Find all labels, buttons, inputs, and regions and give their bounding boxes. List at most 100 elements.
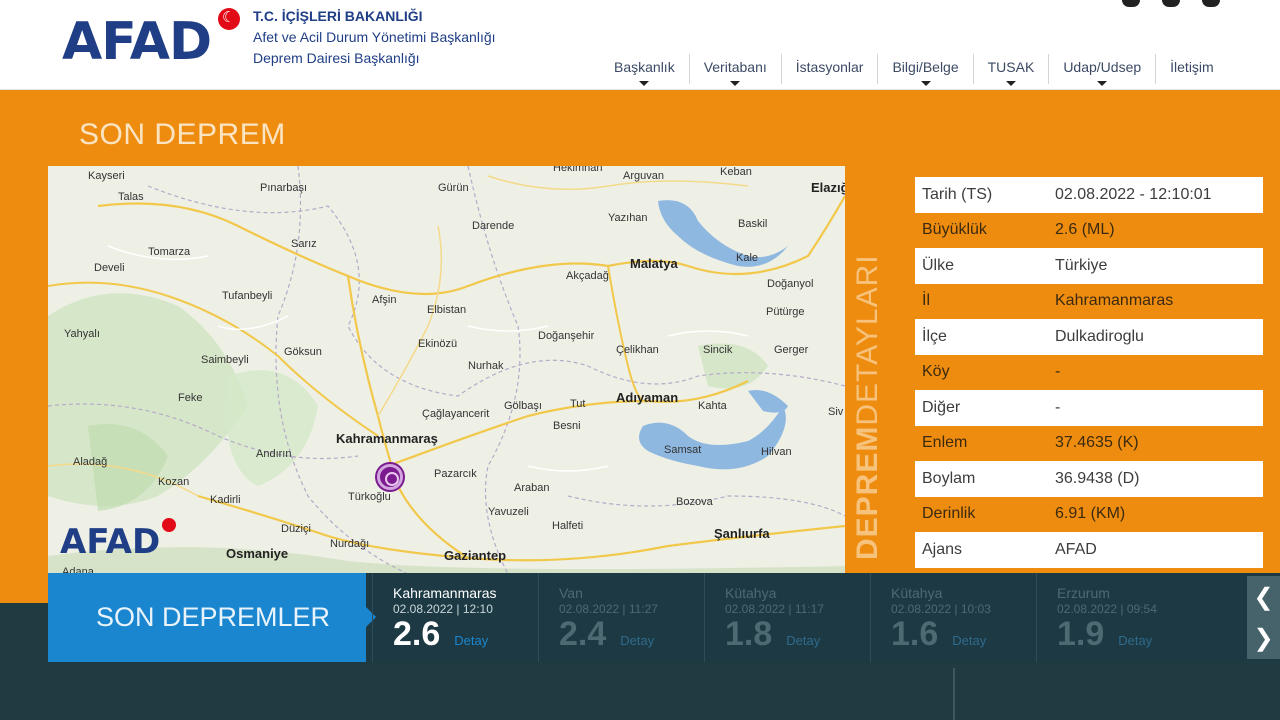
nav-item-veritabani[interactable]: Veritabanı — [690, 54, 782, 86]
vlabel-thin: DETAYLARI — [851, 254, 884, 426]
nav-item-iletisim[interactable]: İletişim — [1156, 54, 1228, 84]
ticker-title: SON DEPREMLER — [48, 573, 376, 662]
map-label: Osmaniye — [226, 546, 289, 561]
detail-value: - — [1055, 363, 1061, 381]
quake-magnitude: 2.4 — [559, 615, 607, 653]
map-label: Akçadağ — [566, 270, 609, 282]
detail-value: Kahramanmaras — [1055, 292, 1174, 310]
map-label: Saimbeyli — [201, 354, 249, 366]
earthquake-marker[interactable] — [377, 464, 403, 490]
map-label: Develi — [94, 262, 125, 274]
details-vertical-label: DEPREMDETAYLARI — [851, 254, 885, 560]
nav-item-tusak[interactable]: TUSAK — [974, 54, 1050, 86]
detail-row-date: Tarih (TS) 02.08.2022 - 12:10:01 — [915, 177, 1263, 213]
detail-row-province: İl Kahramanmaras — [915, 283, 1263, 319]
detail-value: 6.91 (KM) — [1055, 505, 1126, 523]
map-label: Doğanşehir — [538, 330, 595, 342]
detail-key: Tarih (TS) — [922, 185, 993, 203]
map-label: Kahta — [698, 400, 727, 412]
nav-label: Başkanlık — [614, 59, 675, 75]
detail-key: Derinlik — [922, 505, 976, 523]
detail-link[interactable]: Detay — [454, 633, 488, 648]
detail-link[interactable]: Detay — [952, 633, 986, 648]
nav-label: TUSAK — [987, 59, 1035, 75]
map-label: Gürün — [438, 182, 469, 194]
map-label: Elbistan — [427, 304, 467, 316]
social-icon[interactable] — [1162, 0, 1180, 7]
ticker-prev-button[interactable]: ❮ — [1247, 576, 1280, 618]
detail-row-latitude: Enlem 37.4635 (K) — [915, 425, 1263, 461]
quake-item[interactable]: Kahramanmaras 02.08.2022 | 12:10 2.6 Deta… — [372, 573, 538, 662]
quake-datetime: 02.08.2022 | 10:03 — [891, 602, 991, 616]
detail-row-longitude: Boylam 36.9438 (D) — [915, 461, 1263, 497]
caret-down-icon — [920, 81, 931, 86]
quake-datetime: 02.08.2022 | 11:27 — [559, 602, 658, 616]
map-label: Keban — [720, 166, 752, 178]
quake-magnitude: 1.8 — [725, 615, 773, 653]
nav-item-baskanlik[interactable]: Başkanlık — [600, 54, 690, 86]
nav-label: Udap/Udsep — [1063, 59, 1142, 75]
detail-value: 37.4635 (K) — [1055, 434, 1139, 452]
detail-key: Enlem — [922, 434, 968, 452]
quake-location: Kütahya — [891, 585, 943, 601]
map-label: Şanlıurfa — [714, 526, 770, 541]
earthquake-map[interactable]: Kayseri Pınarbaşı Gürün Hekimhan Arguvan… — [48, 166, 845, 574]
map-label: Adıyaman — [616, 390, 679, 405]
nav-item-istasyonlar[interactable]: İstasyonlar — [782, 54, 879, 84]
map-label: Andırın — [256, 448, 292, 460]
quake-datetime: 02.08.2022 | 09:54 — [1057, 602, 1157, 616]
map-label: Malatya — [630, 256, 678, 271]
detail-value: Dulkadiroglu — [1055, 327, 1144, 345]
detail-key: Ajans — [922, 540, 963, 558]
afad-logo[interactable]: AFAD — [62, 8, 240, 72]
map-label: Düziçi — [281, 523, 311, 535]
chevron-left-icon: ❮ — [1253, 583, 1274, 611]
detail-value: - — [1055, 398, 1061, 416]
detail-link[interactable]: Detay — [786, 633, 820, 648]
map-canvas — [48, 166, 845, 574]
map-label: Gaziantep — [444, 548, 507, 563]
detail-row-agency: Ajans AFAD — [915, 532, 1263, 568]
caret-down-icon — [1005, 81, 1016, 86]
detail-row-other: Diğer - — [915, 390, 1263, 426]
detail-row-district: İlçe Dulkadiroglu — [915, 319, 1263, 355]
map-label: Pütürge — [766, 306, 805, 318]
map-label: Yahyalı — [64, 328, 100, 340]
top-icons — [1122, 0, 1220, 8]
map-label: Pazarcık — [434, 468, 477, 480]
organization-title: T.C. İÇİŞLERİ BAKANLIĞI Afet ve Acil Dur… — [253, 6, 496, 69]
detail-key: Ülke — [922, 256, 955, 274]
map-label: Tufanbeyli — [222, 290, 273, 302]
map-label: Talas — [118, 191, 144, 203]
detail-row-country: Ülke Türkiye — [915, 248, 1263, 284]
quake-item[interactable]: Kütahya 02.08.2022 | 11:17 1.8 Detay — [704, 573, 870, 662]
nav-item-bilgi-belge[interactable]: Bilgi/Belge — [878, 54, 974, 86]
map-label: Arguvan — [623, 170, 664, 182]
caret-down-icon — [730, 81, 741, 86]
ticker-next-button[interactable]: ❯ — [1247, 617, 1280, 659]
detail-row-village: Köy - — [915, 354, 1263, 390]
detail-value: 02.08.2022 - 12:10:01 — [1055, 185, 1212, 203]
detail-link[interactable]: Detay — [620, 633, 654, 648]
detail-key: İlçe — [922, 327, 947, 345]
nav-item-udap-udsep[interactable]: Udap/Udsep — [1049, 54, 1157, 86]
quake-datetime: 02.08.2022 | 11:17 — [725, 602, 824, 616]
map-label: Gölbaşı — [504, 400, 542, 412]
department-name: Deprem Dairesi Başkanlığı — [253, 50, 420, 66]
map-label: Darende — [472, 220, 515, 232]
map-label: Sarız — [291, 238, 317, 250]
quake-datetime: 02.08.2022 | 12:10 — [393, 602, 493, 616]
logo-text: AFAD — [62, 12, 212, 72]
map-label: Gerger — [774, 344, 809, 356]
social-icon[interactable] — [1122, 0, 1140, 7]
quake-item[interactable]: Erzurum 02.08.2022 | 09:54 1.9 Detay — [1036, 573, 1202, 662]
map-logo-text: AFAD — [60, 522, 161, 562]
map-label: Feke — [178, 392, 203, 404]
map-label: Tut — [570, 398, 586, 410]
detail-value: Türkiye — [1055, 256, 1108, 274]
quake-item[interactable]: Van 02.08.2022 | 11:27 2.4 Detay — [538, 573, 704, 662]
map-label: Hilvan — [761, 446, 792, 458]
quake-item[interactable]: Kütahya 02.08.2022 | 10:03 1.6 Detay — [870, 573, 1036, 662]
detail-link[interactable]: Detay — [1118, 633, 1152, 648]
language-icon[interactable] — [1202, 0, 1220, 7]
